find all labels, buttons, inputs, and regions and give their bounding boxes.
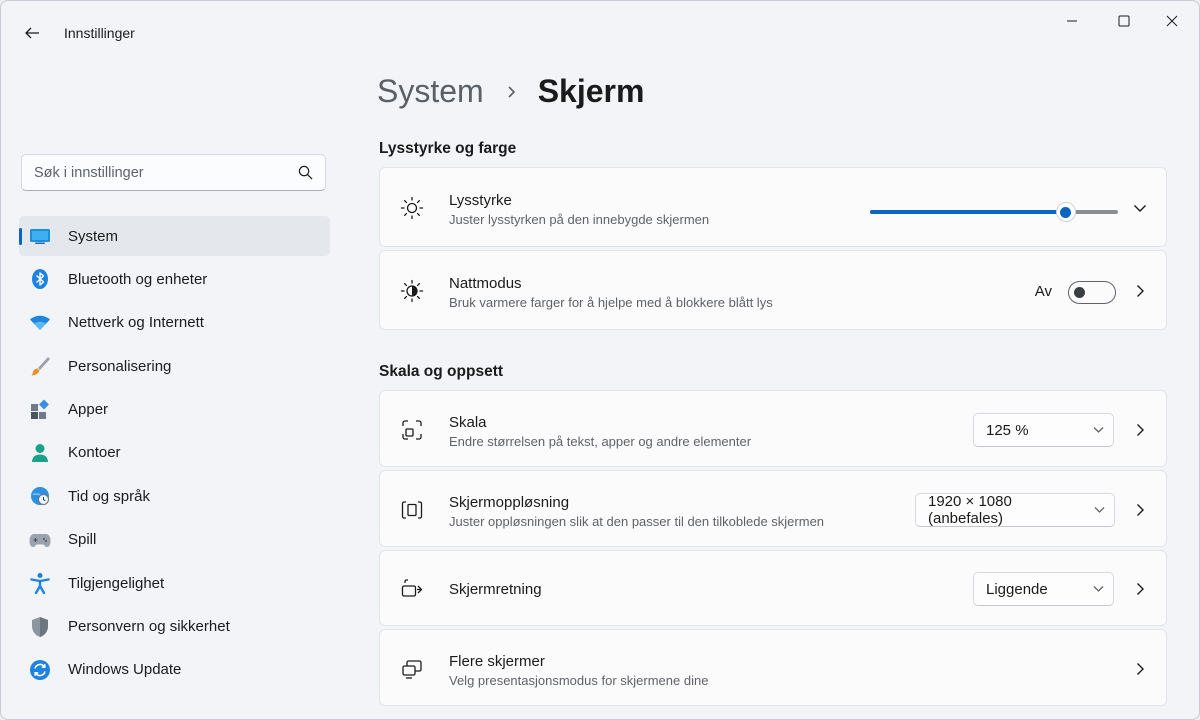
scale-title: Skala: [449, 414, 487, 431]
sidebar-item-label: Tid og språk: [68, 487, 150, 505]
scale-card[interactable]: Skala Endre størrelsen på tekst, apper o…: [379, 390, 1167, 467]
sidebar-item-gaming[interactable]: Spill: [19, 520, 330, 560]
sidebar-item-windows-update[interactable]: Windows Update: [19, 650, 330, 690]
monitor-icon: [29, 225, 51, 247]
bluetooth-icon: [29, 268, 51, 290]
sidebar-item-label: Kontoer: [68, 444, 121, 462]
chevron-down-icon: [1083, 426, 1113, 434]
night-mode-state-label: Av: [1034, 283, 1052, 300]
maximize-button[interactable]: [1101, 7, 1147, 35]
chevron-down-icon[interactable]: [1132, 200, 1148, 216]
resolution-dropdown-value: 1920 × 1080 (anbefales): [928, 493, 1012, 527]
sidebar-item-personalization[interactable]: Personalisering: [19, 346, 330, 386]
chevron-right-icon[interactable]: [1132, 422, 1148, 438]
chevron-down-icon: [1084, 506, 1114, 514]
sidebar-item-time-language[interactable]: Tid og språk: [19, 476, 330, 516]
sidebar-nav: System Bluetooth og enheter Nettverk og …: [19, 216, 330, 693]
chevron-right-icon[interactable]: [1132, 661, 1148, 677]
chevron-down-icon: [1083, 585, 1113, 593]
orientation-title: Skjermretning: [449, 581, 542, 598]
update-icon: [29, 659, 51, 681]
night-mode-card[interactable]: Nattmodus Bruk varmere farger for å hjel…: [379, 250, 1167, 330]
night-light-icon: [400, 279, 424, 303]
sidebar-item-apps[interactable]: Apper: [19, 390, 330, 430]
night-mode-toggle[interactable]: [1068, 281, 1116, 304]
sidebar-item-accounts[interactable]: Kontoer: [19, 433, 330, 473]
resolution-card[interactable]: Skjermoppløsning Juster oppløsningen sli…: [379, 470, 1167, 547]
back-button[interactable]: [15, 19, 49, 47]
sidebar-item-label: Nettverk og Internett: [68, 314, 204, 332]
chevron-right-icon[interactable]: [1132, 502, 1148, 518]
sidebar-item-label: Personalisering: [68, 357, 172, 375]
brightness-slider[interactable]: [870, 202, 1118, 222]
scale-subtitle: Endre størrelsen på tekst, apper og andr…: [449, 434, 752, 449]
brush-icon: [29, 355, 51, 377]
shield-icon: [29, 616, 51, 638]
sidebar-item-privacy[interactable]: Personvern og sikkerhet: [19, 607, 330, 647]
slider-fill: [870, 210, 1066, 214]
breadcrumb: System Skjerm: [377, 73, 644, 110]
titlebar: Innstillinger: [1, 1, 1199, 65]
orientation-card[interactable]: Skjermretning Liggende: [379, 550, 1167, 626]
resolution-icon: [400, 498, 424, 522]
app-title: Innstillinger: [64, 25, 135, 41]
scale-dropdown-value: 125 %: [986, 421, 1029, 439]
multiple-displays-card[interactable]: Flere skjermer Velg presentasjonsmodus f…: [379, 629, 1167, 706]
slider-thumb[interactable]: [1055, 202, 1076, 222]
sun-icon: [400, 196, 424, 220]
multiple-displays-title: Flere skjermer: [449, 653, 545, 670]
sidebar-item-system[interactable]: System: [19, 216, 330, 256]
sidebar-item-bluetooth[interactable]: Bluetooth og enheter: [19, 259, 330, 299]
night-mode-subtitle: Bruk varmere farger for å hjelpe med å b…: [449, 295, 773, 310]
chevron-right-icon[interactable]: [1132, 283, 1148, 299]
account-icon: [29, 442, 51, 464]
sidebar-item-label: Windows Update: [68, 661, 182, 679]
resolution-title: Skjermoppløsning: [449, 494, 570, 511]
sidebar-item-label: Personvern og sikkerhet: [68, 618, 230, 636]
multiple-displays-subtitle: Velg presentasjonsmodus for skjermene di…: [449, 673, 709, 688]
maximize-icon: [1118, 15, 1130, 27]
resolution-dropdown[interactable]: 1920 × 1080 (anbefales): [915, 493, 1115, 527]
search-box[interactable]: [21, 154, 326, 191]
breadcrumb-parent[interactable]: System: [377, 73, 484, 110]
sidebar-item-label: Bluetooth og enheter: [68, 270, 208, 288]
close-button[interactable]: [1149, 7, 1195, 35]
night-mode-title: Nattmodus: [449, 275, 522, 292]
section-title-scale-layout: Skala og oppsett: [379, 363, 504, 380]
minimize-icon: [1067, 20, 1077, 22]
close-icon: [1166, 15, 1178, 27]
globe-clock-icon: [29, 485, 51, 507]
wifi-icon: [29, 312, 51, 334]
back-arrow-icon: [25, 27, 39, 39]
chevron-right-icon[interactable]: [1132, 581, 1148, 597]
minimize-button[interactable]: [1049, 7, 1095, 35]
sidebar-item-label: System: [68, 227, 119, 245]
scale-dropdown[interactable]: 125 %: [973, 413, 1114, 447]
section-title-brightness-color: Lysstyrke og farge: [379, 140, 517, 157]
brightness-subtitle: Juster lysstyrken på den innebygde skjer…: [449, 212, 710, 227]
apps-icon: [29, 399, 51, 421]
resolution-subtitle: Juster oppløsningen slik at den passer t…: [449, 514, 825, 529]
brightness-title: Lysstyrke: [449, 192, 512, 209]
sidebar-item-label: Tilgjengelighet: [68, 574, 165, 592]
scale-icon: [400, 418, 424, 442]
orientation-dropdown[interactable]: Liggende: [973, 572, 1114, 606]
chevron-right-icon: [506, 85, 518, 99]
orientation-dropdown-value: Liggende: [986, 580, 1048, 598]
gamepad-icon: [29, 529, 51, 551]
search-input[interactable]: [34, 164, 298, 181]
multiple-monitors-icon: [400, 657, 424, 681]
rotate-screen-icon: [400, 577, 424, 601]
sidebar-item-label: Apper: [68, 401, 109, 419]
accessibility-icon: [29, 572, 51, 595]
search-icon[interactable]: [298, 165, 313, 180]
sidebar-item-accessibility[interactable]: Tilgjengelighet: [19, 563, 330, 603]
page-title: Skjerm: [537, 73, 645, 109]
settings-window: Innstillinger System Bluetooth og enhete…: [0, 0, 1200, 720]
brightness-card[interactable]: Lysstyrke Juster lysstyrken på den inneb…: [379, 167, 1167, 247]
sidebar-item-label: Spill: [68, 531, 97, 549]
sidebar-item-network[interactable]: Nettverk og Internett: [19, 303, 330, 343]
